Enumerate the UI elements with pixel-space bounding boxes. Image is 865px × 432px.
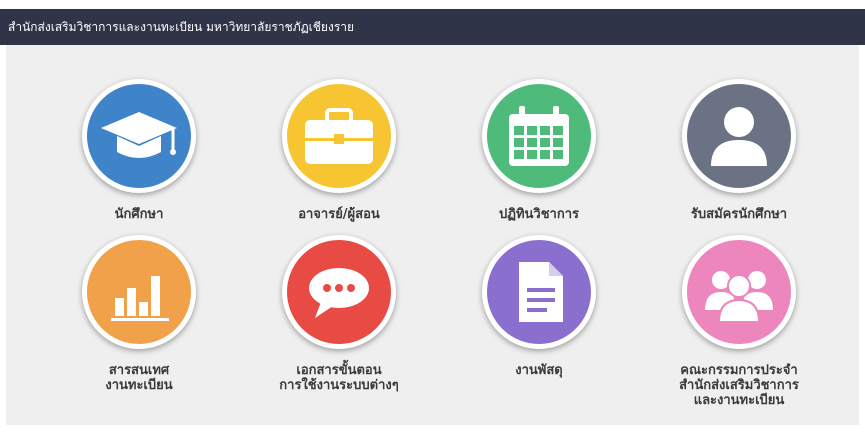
group-icon [682,235,796,349]
tile-label-line: งานทะเบียน [105,378,173,393]
tile-teachers[interactable]: อาจารย์/ผู้สอน [254,79,424,222]
menu-panel: นักศึกษา อาจารย์/ผู้สอน ปฏิทินวิชาการ รั… [6,45,859,425]
tile-label-line: สารสนเทศ [108,363,170,378]
briefcase-icon [282,79,396,193]
user-icon [682,79,796,193]
tile-procedure-documents[interactable]: เอกสารขั้นตอน การใช้งานระบบต่างๆ [254,235,424,393]
tile-students[interactable]: นักศึกษา [54,79,224,222]
tile-label-line: เอกสารขั้นตอน [296,363,382,378]
tile-label: รับสมัครนักศึกษา [690,207,788,222]
document-icon [482,235,596,349]
calendar-icon [482,79,596,193]
tile-label: อาจารย์/ผู้สอน [298,207,380,222]
tile-procurement[interactable]: งานพัสดุ [454,235,624,378]
tile-admissions[interactable]: รับสมัครนักศึกษา [654,79,824,222]
tile-label-line: คณะกรรมการประจำ [680,363,798,378]
graduation-cap-icon [82,79,196,193]
tile-label: เอกสารขั้นตอน การใช้งานระบบต่างๆ [254,363,424,393]
tile-label: นักศึกษา [114,207,164,222]
tile-label-line: การใช้งานระบบต่างๆ [279,378,399,393]
tile-label-line: และงานทะเบียน [693,393,785,408]
tile-label: ปฏิทินวิชาการ [498,207,579,222]
tile-registration-info[interactable]: สารสนเทศ งานทะเบียน [54,235,224,393]
tile-label: งานพัสดุ [515,363,563,378]
tile-label: สารสนเทศ งานทะเบียน [54,363,224,393]
tile-label: คณะกรรมการประจำ สำนักส่งเสริมวิชาการ และ… [654,363,824,408]
bar-chart-icon [82,235,196,349]
chat-bubble-icon [282,235,396,349]
tile-academic-calendar[interactable]: ปฏิทินวิชาการ [454,79,624,222]
header-bar: สำนักส่งเสริมวิชาการและงานทะเบียน มหาวิท… [0,9,865,45]
tile-committee[interactable]: คณะกรรมการประจำ สำนักส่งเสริมวิชาการ และ… [654,235,824,408]
header-title: สำนักส่งเสริมวิชาการและงานทะเบียน มหาวิท… [8,20,355,34]
tile-label-line: สำนักส่งเสริมวิชาการ [679,378,799,393]
